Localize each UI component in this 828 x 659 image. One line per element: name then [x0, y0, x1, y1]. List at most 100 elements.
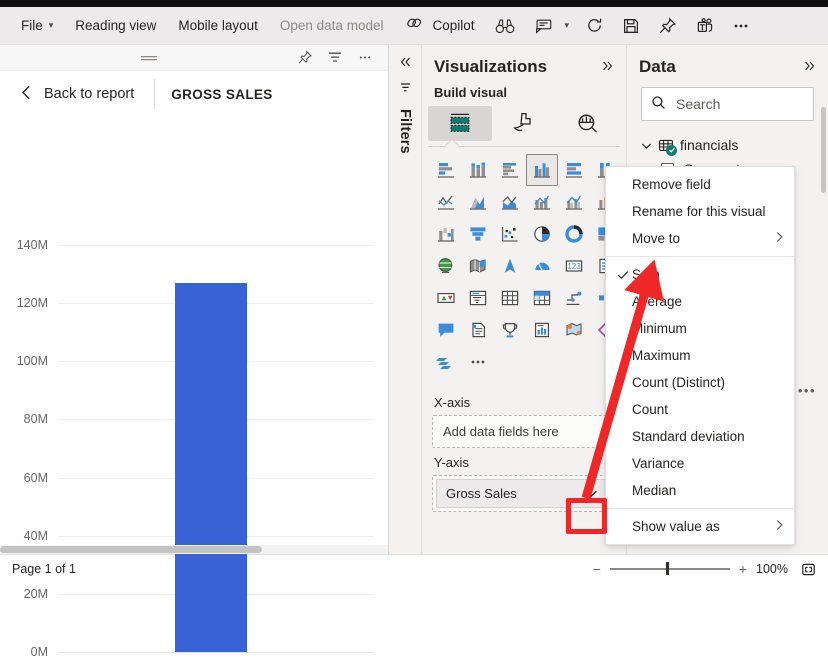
zoom-in-button[interactable]: +	[739, 561, 747, 577]
copilot-button[interactable]: Copilot	[394, 9, 485, 43]
fit-to-page-icon[interactable]	[799, 560, 818, 579]
map-visual-icon[interactable]	[430, 250, 462, 282]
reading-view-label: Reading view	[75, 18, 156, 33]
fields-tab[interactable]	[428, 106, 492, 141]
line-and-clustered-column-chart-icon[interactable]	[558, 186, 590, 218]
paginated-report-visual-icon[interactable]	[526, 314, 558, 346]
narrative-visual-icon[interactable]	[462, 314, 494, 346]
filters-pane-collapsed[interactable]: Filters	[389, 45, 422, 554]
search-input[interactable]	[674, 95, 804, 113]
aggregation-context-menu[interactable]: Remove field Rename for this visual Move…	[605, 166, 795, 545]
100-percent-stacked-bar-chart-icon[interactable]	[558, 154, 590, 186]
data-pane-more-options-icon[interactable]: •••	[798, 383, 816, 398]
decomposition-tree-visual-icon[interactable]	[558, 282, 590, 314]
teams-icon[interactable]	[686, 11, 723, 41]
power-automate-visual-icon[interactable]	[430, 346, 462, 378]
line-chart-icon[interactable]	[430, 186, 462, 218]
subscribe-icon[interactable]	[524, 11, 557, 41]
stacked-column-chart-icon[interactable]	[462, 154, 494, 186]
scatter-chart-icon[interactable]	[494, 218, 526, 250]
filter-icon[interactable]	[396, 78, 415, 97]
analytics-tab[interactable]	[556, 106, 620, 141]
ytick-label-60m: 60M	[0, 471, 48, 485]
stacked-area-chart-icon[interactable]	[494, 186, 526, 218]
chevron-down-icon: ▾	[49, 20, 54, 31]
zoom-out-button[interactable]: −	[593, 561, 601, 577]
menu-item-count-distinct[interactable]: Count (Distinct)	[606, 369, 794, 396]
slicer-visual-icon[interactable]	[462, 282, 494, 314]
menu-item-minimum[interactable]: Minimum	[606, 315, 794, 342]
matrix-visual-icon[interactable]	[526, 282, 558, 314]
visual-filter-icon[interactable]	[320, 48, 350, 67]
menu-item-maximum[interactable]: Maximum	[606, 342, 794, 369]
y-axis-field-chip[interactable]: Gross Sales	[436, 479, 612, 508]
data-pane-chevron-double-right-icon[interactable]	[801, 59, 818, 76]
menu-item-sum[interactable]: Sum	[606, 261, 794, 288]
visual-drag-handle[interactable]	[8, 53, 290, 63]
more-options-icon[interactable]	[723, 11, 759, 41]
card-visual-icon[interactable]: 123	[558, 250, 590, 282]
visual-more-options-icon[interactable]	[350, 48, 380, 67]
kpi-visual-icon[interactable]	[430, 282, 462, 314]
subscribe-chevron-down-icon[interactable]: ▾	[557, 14, 577, 37]
open-data-model-button[interactable]: Open data model	[269, 12, 395, 39]
menu-item-rename-for-this-visual[interactable]: Rename for this visual	[606, 198, 794, 225]
chevron-left-icon	[20, 84, 33, 104]
data-pane-scrollbar[interactable]	[821, 107, 826, 193]
scrollbar-thumb[interactable]	[0, 546, 262, 553]
visual-pin-icon[interactable]	[290, 48, 320, 67]
menu-item-count[interactable]: Count	[606, 396, 794, 423]
reading-view-button[interactable]: Reading view	[64, 12, 167, 39]
area-chart-icon[interactable]	[462, 186, 494, 218]
back-to-report-label: Back to report	[44, 86, 134, 102]
binoculars-icon[interactable]	[486, 11, 524, 41]
table-visual-icon[interactable]	[494, 282, 526, 314]
table-row-financials[interactable]: financials	[639, 133, 818, 157]
search-icon	[651, 95, 666, 113]
metrics-visual-icon[interactable]	[494, 314, 526, 346]
canvas-horizontal-scrollbar[interactable]	[0, 545, 388, 554]
menu-item-variance[interactable]: Variance	[606, 450, 794, 477]
x-axis-dropzone[interactable]: Add data fields here	[432, 415, 616, 448]
zoom-slider-thumb[interactable]	[666, 562, 669, 575]
data-search-box[interactable]	[641, 87, 814, 121]
chevron-double-right-icon[interactable]	[599, 59, 616, 76]
pin-icon[interactable]	[649, 11, 686, 41]
chevron-double-left-icon[interactable]	[396, 53, 415, 71]
y-axis-field-chevron-down-icon[interactable]	[576, 489, 607, 498]
arcgis-map-visual-icon[interactable]	[558, 314, 590, 346]
gauge-visual-icon[interactable]	[526, 250, 558, 282]
menu-item-show-value-as[interactable]: Show value as	[606, 513, 794, 540]
q-and-a-visual-icon[interactable]	[430, 314, 462, 346]
file-menu-button[interactable]: File ▾	[10, 12, 64, 39]
mobile-layout-button[interactable]: Mobile layout	[167, 12, 269, 39]
zoom-slider[interactable]	[610, 568, 730, 570]
menu-item-median[interactable]: Median	[606, 477, 794, 504]
refresh-icon[interactable]	[576, 11, 613, 41]
filled-map-visual-icon[interactable]	[462, 250, 494, 282]
funnel-chart-icon[interactable]	[462, 218, 494, 250]
menu-item-move-to[interactable]: Move to	[606, 225, 794, 252]
y-axis-dropzone[interactable]: Gross Sales	[432, 475, 616, 512]
menu-item-standard-deviation[interactable]: Standard deviation	[606, 423, 794, 450]
filters-pane-label[interactable]: Filters	[397, 109, 413, 154]
azure-map-visual-icon[interactable]	[494, 250, 526, 282]
stacked-bar-chart-icon[interactable]	[430, 154, 462, 186]
chevron-down-icon[interactable]	[641, 137, 652, 153]
waterfall-chart-icon[interactable]	[430, 218, 462, 250]
open-data-model-label: Open data model	[280, 18, 384, 33]
clustered-bar-chart-icon[interactable]	[494, 154, 526, 186]
menu-item-remove-field[interactable]: Remove field	[606, 171, 794, 198]
menu-item-average[interactable]: Average	[606, 288, 794, 315]
pie-chart-icon[interactable]	[526, 218, 558, 250]
back-to-report-button[interactable]: Back to report	[14, 79, 140, 109]
format-tab[interactable]	[492, 106, 556, 141]
clustered-column-chart-icon[interactable]	[526, 154, 558, 186]
gridline-140m	[58, 245, 374, 246]
gross-sales-bar-chart[interactable]: 140M 120M 100M 80M 60M 40M 20M 0M	[0, 117, 388, 545]
more-visuals-icon[interactable]	[462, 346, 494, 378]
donut-chart-icon[interactable]	[558, 218, 590, 250]
bar-gross-sales[interactable]	[175, 283, 247, 652]
save-icon[interactable]	[613, 11, 649, 41]
line-and-stacked-column-chart-icon[interactable]	[526, 186, 558, 218]
